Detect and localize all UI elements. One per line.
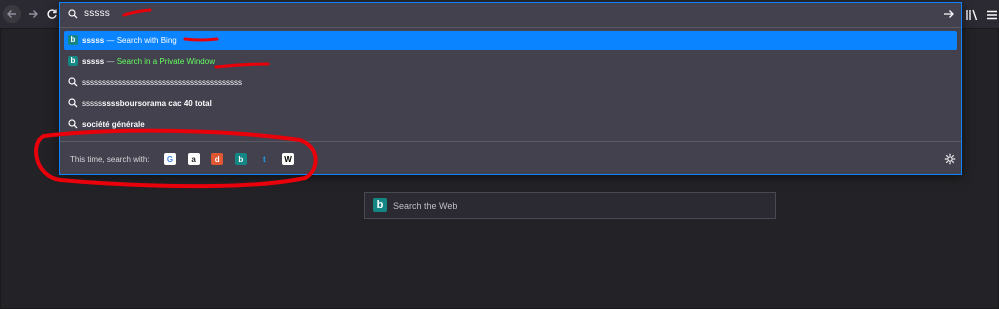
gear-icon[interactable]	[944, 153, 956, 165]
hamburger-icon	[987, 10, 997, 20]
wikipedia-engine-icon[interactable]: W	[282, 153, 294, 165]
result-action: Search with Bing	[116, 36, 177, 45]
page-search-placeholder[interactable]: Search the Web	[393, 201, 457, 211]
reload-icon	[47, 9, 57, 19]
suggestion-text: ssssssssssssssssssssssssssssssssssssssss	[82, 78, 242, 87]
library-icon	[966, 9, 978, 21]
menu-button[interactable]	[983, 6, 999, 24]
result-query: sssss	[82, 36, 105, 45]
result-suggestion[interactable]: sssssssssboursorama cac 40 total	[64, 94, 957, 113]
suggestion-typed-part: sssss	[82, 99, 102, 108]
search-icon	[68, 119, 78, 129]
url-input-text[interactable]: sssss	[84, 8, 110, 19]
oneoff-label: This time, search with:	[70, 155, 150, 164]
search-icon	[68, 9, 78, 19]
arrow-left-icon	[7, 10, 16, 18]
suggestion-completion: société générale	[82, 120, 145, 129]
result-action-private: Search in a Private Window	[116, 57, 215, 66]
oneoff-divider	[60, 141, 961, 142]
result-private-window[interactable]: b sssss — Search in a Private Window	[64, 52, 957, 71]
go-arrow-icon[interactable]	[943, 8, 955, 20]
result-suggestion[interactable]: société générale	[64, 115, 957, 134]
library-button[interactable]	[963, 6, 981, 24]
bing-icon: b	[68, 56, 78, 66]
duckduckgo-engine-icon[interactable]: d	[211, 153, 224, 165]
back-button[interactable]	[3, 5, 21, 23]
suggestion-completion: ssssboursorama cac 40 total	[102, 99, 212, 108]
arrow-right-icon	[29, 10, 38, 18]
urlbar-panel: sssss b sssss — Search with Bing b sssss…	[59, 2, 962, 175]
result-search-with-bing[interactable]: b sssss — Search with Bing	[64, 31, 957, 50]
result-suggestion[interactable]: ssssssssssssssssssssssssssssssssssssssss	[64, 73, 957, 92]
amazon-engine-icon[interactable]: a	[187, 153, 200, 165]
twitter-engine-icon[interactable]: t	[258, 153, 271, 165]
url-input[interactable]: sssss	[60, 3, 961, 27]
bing-icon: b	[68, 35, 78, 45]
bing-engine-icon[interactable]: b	[234, 153, 247, 165]
search-icon	[68, 77, 78, 87]
page-search-box[interactable]: b Search the Web	[364, 192, 776, 219]
result-query: sssss	[82, 57, 105, 66]
bing-logo-icon: b	[373, 198, 387, 212]
google-engine-icon[interactable]: G	[164, 153, 176, 165]
forward-button[interactable]	[24, 5, 42, 23]
result-separator: —	[104, 57, 117, 66]
urlbar-divider	[60, 27, 961, 28]
result-separator: —	[104, 36, 117, 45]
search-icon	[68, 98, 78, 108]
